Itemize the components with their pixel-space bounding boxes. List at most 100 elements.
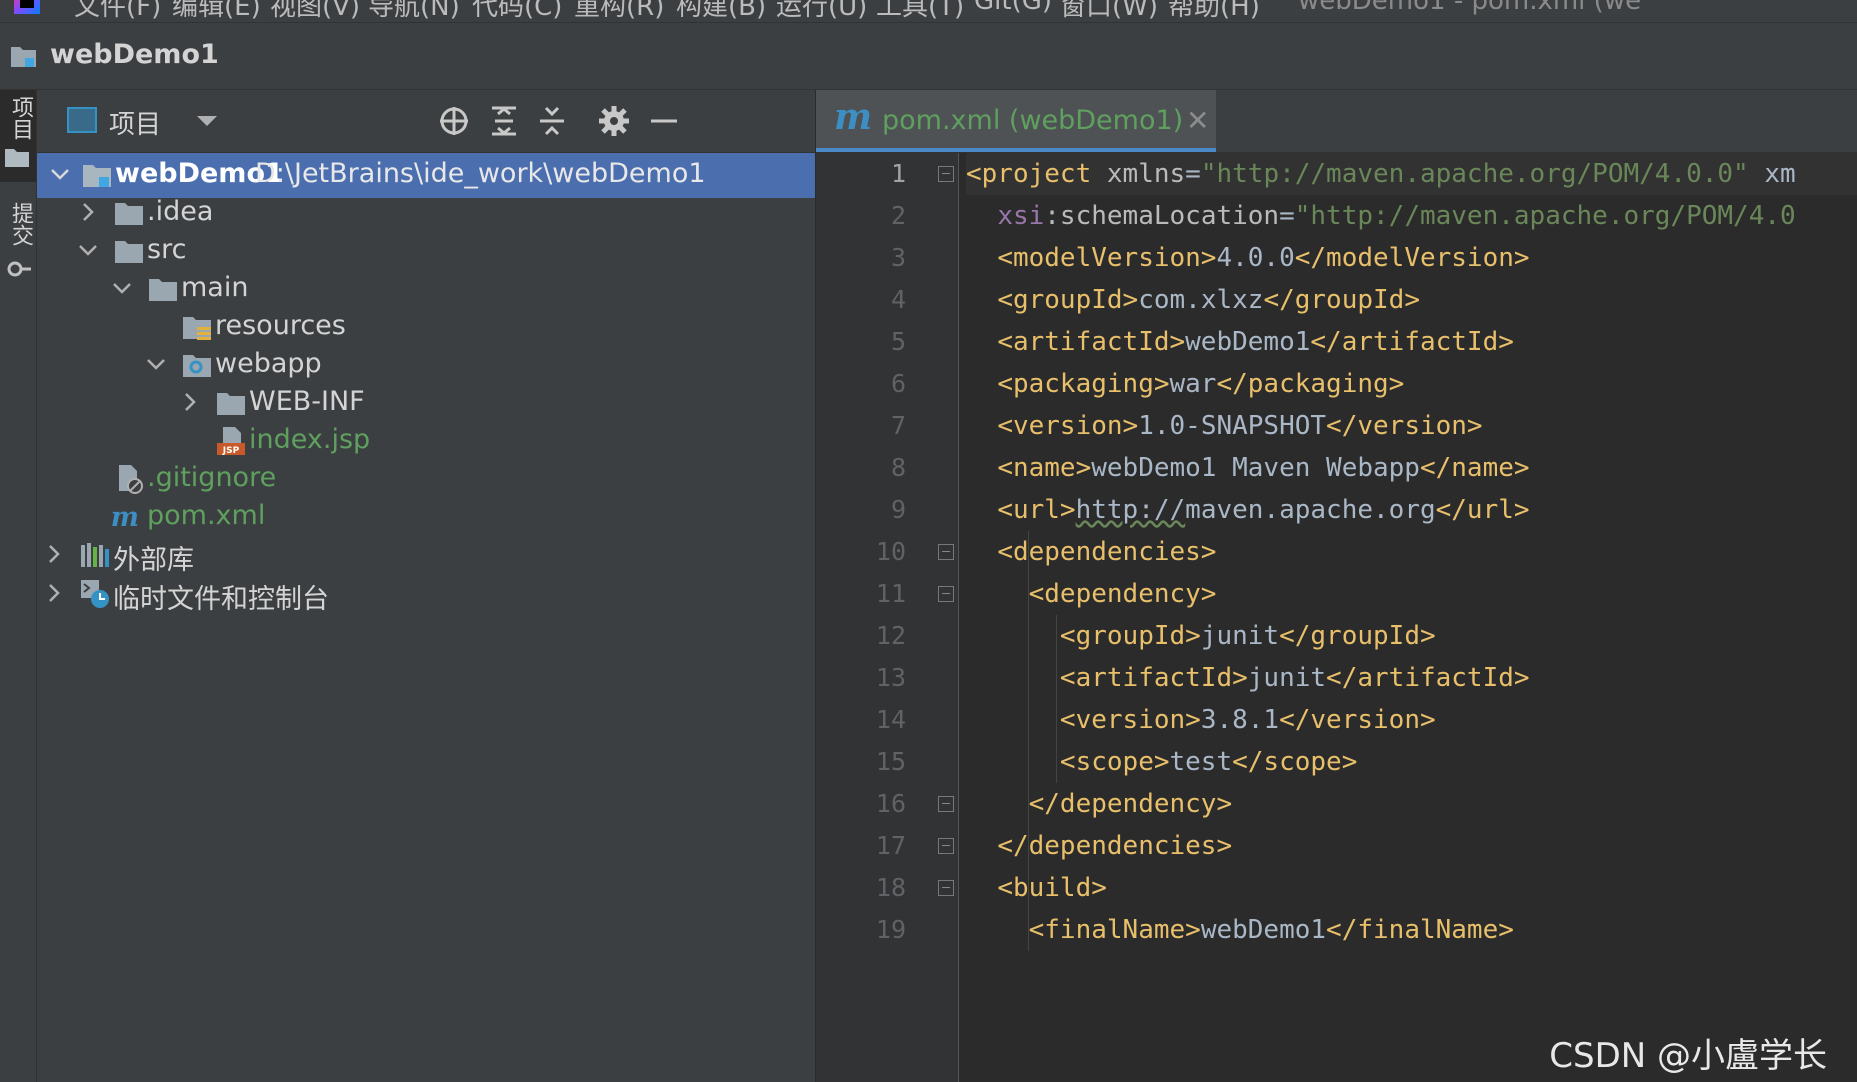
code-token: </dependencies> (997, 831, 1233, 861)
fold-toggle-icon[interactable] (938, 880, 954, 896)
code-token: </artifactId> (1310, 327, 1514, 357)
line-number: 4 (890, 285, 906, 314)
chevron-down-icon[interactable] (197, 116, 217, 126)
close-icon[interactable]: ✕ (1186, 104, 1209, 137)
folder-icon (115, 241, 143, 263)
line-number: 17 (875, 831, 906, 860)
code-line[interactable]: <project xmlns="http://maven.apache.org/… (966, 153, 1857, 195)
line-number: 12 (875, 621, 906, 650)
maven-file-icon: m (834, 96, 873, 138)
breadcrumb-project[interactable]: webDemo1 (50, 39, 219, 70)
chevron-down-icon[interactable] (75, 237, 101, 263)
chevron-right-icon[interactable] (177, 389, 203, 415)
project-toolbar: 项目 (37, 90, 815, 153)
code-token: <version> (1059, 705, 1201, 735)
chevron-right-icon[interactable] (75, 199, 101, 225)
fold-toggle-icon[interactable] (938, 166, 954, 182)
menu-file[interactable]: 文件(F) (74, 0, 161, 22)
fold-toggle-icon[interactable] (938, 838, 954, 854)
code-line[interactable]: <artifactId>webDemo1</artifactId> (966, 321, 1514, 363)
code-line[interactable]: <version>3.8.1</version> (966, 699, 1436, 741)
menu-edit[interactable]: 编辑(E) (172, 0, 261, 22)
folder-icon (149, 279, 177, 301)
code-line[interactable]: <finalName>webDemo1</finalName> (966, 909, 1514, 951)
code-line[interactable]: <scope>test</scope> (966, 741, 1357, 783)
code-token: webDemo1 (1185, 327, 1311, 357)
code-line[interactable]: <version>1.0-SNAPSHOT</version> (966, 405, 1482, 447)
main-menu-bar: 文件(F) 编辑(E) 视图(V) 导航(N) 代码(C) 重构(R) 构建(B… (0, 0, 1857, 23)
code-line[interactable]: <artifactId>junit</artifactId> (966, 657, 1530, 699)
intellij-logo-icon[interactable] (14, 0, 40, 14)
code-token: webDemo1 (1200, 915, 1327, 945)
code-token: </url> (1435, 495, 1530, 525)
menu-window[interactable]: 窗口(W) (1060, 0, 1158, 22)
menu-git[interactable]: Git(G) (974, 0, 1052, 16)
code-line[interactable]: <dependency> (966, 573, 1217, 615)
code-line[interactable]: <url>http://maven.apache.org</url> (966, 489, 1530, 531)
chevron-down-icon[interactable] (143, 351, 169, 377)
menu-refactor[interactable]: 重构(R) (574, 0, 664, 22)
fold-toggle-icon[interactable] (938, 544, 954, 560)
menu-view[interactable]: 视图(V) (270, 0, 360, 22)
fold-toggle-icon[interactable] (938, 796, 954, 812)
project-tool-label: 项目 (8, 96, 33, 140)
menu-code[interactable]: 代码(C) (472, 0, 562, 22)
code-token: <groupId> (997, 285, 1139, 315)
code-token: 1.0-SNAPSHOT (1138, 411, 1327, 441)
tree-item-scratches[interactable]: 临时文件和控制台 (37, 572, 815, 617)
project-tool-button[interactable]: 项目 (0, 90, 36, 182)
line-number: 10 (875, 537, 906, 566)
code-line[interactable]: </dependencies> (966, 825, 1232, 867)
code-line[interactable]: <modelVersion>4.0.0</modelVersion> (966, 237, 1529, 279)
chevron-right-icon[interactable] (41, 580, 67, 606)
code-line[interactable]: xsi:schemaLocation="http://maven.apache.… (966, 195, 1795, 237)
line-number: 3 (890, 243, 906, 272)
menu-build[interactable]: 构建(B) (676, 0, 766, 22)
code-token: junit (1200, 621, 1280, 651)
code-token: 4.0.0 (1216, 243, 1295, 273)
tree-item-label: WEB-INF (249, 386, 365, 417)
locate-file-icon[interactable] (437, 104, 471, 138)
code-token: xsi (997, 201, 1045, 231)
code-line[interactable]: <name>webDemo1 Maven Webapp</name> (966, 447, 1529, 489)
code-line[interactable]: <dependencies> (966, 531, 1216, 573)
code-token: </scope> (1232, 747, 1358, 777)
code-line[interactable]: </dependency> (966, 783, 1233, 825)
commit-tool-button[interactable]: 提交 (0, 200, 36, 300)
code-token: test (1169, 747, 1233, 777)
chevron-down-icon[interactable] (47, 161, 73, 187)
minimize-icon[interactable] (647, 104, 681, 138)
code-line[interactable]: <build> (966, 867, 1107, 909)
code-token: = (1279, 201, 1295, 231)
project-view-selector[interactable]: 项目 (109, 104, 161, 141)
expand-all-icon[interactable] (487, 104, 521, 138)
collapse-all-icon[interactable] (535, 104, 569, 138)
tab-pom-xml[interactable]: m pom.xml (webDemo1) ✕ (816, 90, 1216, 152)
line-number: 18 (875, 873, 906, 902)
chevron-down-icon[interactable] (109, 275, 135, 301)
code-editor[interactable]: <project xmlns="http://maven.apache.org/… (966, 153, 1857, 1082)
code-token: <dependency> (1028, 579, 1217, 609)
code-token: <name> (997, 453, 1092, 483)
chevron-right-icon[interactable] (41, 541, 67, 567)
menu-navigate[interactable]: 导航(N) (368, 0, 460, 22)
code-line[interactable]: <groupId>junit</groupId> (966, 615, 1436, 657)
indent-guide (1056, 615, 1057, 783)
fold-toggle-icon[interactable] (938, 586, 954, 602)
gear-icon[interactable] (597, 104, 631, 138)
code-line[interactable]: <packaging>war</packaging> (966, 363, 1404, 405)
menu-tools[interactable]: 工具(T) (876, 0, 964, 22)
code-line[interactable]: <groupId>com.xlxz</groupId> (966, 279, 1420, 321)
menu-help[interactable]: 帮助(H) (1168, 0, 1260, 22)
code-token: <artifactId> (1059, 663, 1248, 693)
menu-run[interactable]: 运行(U) (776, 0, 867, 22)
code-token: xm (1748, 159, 1796, 189)
